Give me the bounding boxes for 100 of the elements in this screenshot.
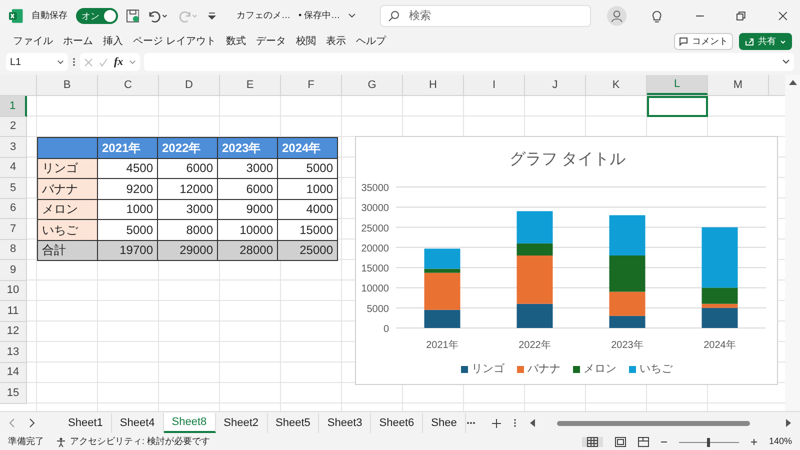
table-cell: 29000: [157, 240, 218, 261]
column-header[interactable]: I: [464, 75, 525, 95]
row-header[interactable]: 6: [0, 198, 27, 219]
zoom-slider[interactable]: [678, 437, 739, 447]
sheet-tab[interactable]: Sheet1: [60, 413, 112, 433]
save-status: • 保存中…: [298, 9, 340, 22]
share-button[interactable]: 共有: [739, 33, 792, 50]
insert-function-button[interactable]: fx: [114, 54, 124, 70]
customize-caret-icon[interactable]: [206, 11, 216, 21]
close-icon[interactable]: [778, 11, 788, 21]
accessibility-status[interactable]: アクセシビリティ: 検討が必要です: [70, 435, 210, 449]
check-icon: [99, 58, 108, 66]
sheet-tab[interactable]: Sheet5: [268, 413, 320, 433]
name-box[interactable]: L1: [6, 53, 68, 71]
row-header[interactable]: 12: [0, 322, 27, 342]
more-sheets-icon[interactable]: [466, 421, 476, 425]
autosave-toggle[interactable]: オン: [76, 8, 118, 24]
table-cell: 10000: [217, 219, 278, 240]
row-header[interactable]: 10: [0, 280, 27, 301]
table-cell: 5000: [277, 158, 338, 179]
row-header[interactable]: 7: [0, 219, 27, 240]
table-header-cell: 2022年: [157, 137, 218, 158]
x-tick-label: 2021年: [426, 340, 458, 351]
column-header[interactable]: H: [403, 75, 464, 95]
menu-tab[interactable]: ファイル: [8, 34, 58, 49]
menu-tab[interactable]: ホーム: [58, 34, 98, 49]
selected-cell[interactable]: [647, 96, 708, 116]
menu-tab[interactable]: データ: [250, 34, 291, 49]
zoom-out-icon[interactable]: [660, 439, 667, 445]
sheet-tab[interactable]: Sheet8: [164, 413, 216, 433]
row-header[interactable]: 15: [0, 383, 27, 404]
zoom-reading[interactable]: 140%: [768, 435, 792, 449]
menu-tab[interactable]: 校閲: [290, 34, 321, 49]
row-header[interactable]: 2: [0, 116, 27, 137]
cancel-icon: [84, 58, 93, 66]
page-layout-view-icon[interactable]: [614, 437, 626, 447]
row-header[interactable]: 11: [0, 301, 27, 322]
y-tick-label: 20000: [361, 243, 389, 254]
row-header[interactable]: 13: [0, 342, 27, 362]
ready-status: 準備完了: [8, 435, 44, 448]
row-header[interactable]: 14: [0, 362, 27, 383]
column-header[interactable]: F: [281, 75, 342, 95]
menu-tab[interactable]: ヘルプ: [350, 34, 391, 49]
table-cell: 19700: [97, 240, 158, 261]
search-field[interactable]: 検索: [380, 5, 592, 27]
add-sheet-icon[interactable]: [492, 418, 501, 428]
row-header[interactable]: 5: [0, 178, 27, 198]
formula-input[interactable]: [144, 53, 794, 71]
row-header[interactable]: 1: [0, 96, 27, 116]
y-tick-label: 0: [383, 324, 389, 335]
column-header[interactable]: L: [647, 75, 708, 95]
column-header[interactable]: D: [159, 75, 220, 95]
next-sheet-icon[interactable]: [28, 418, 36, 428]
worksheet-grid[interactable]: [27, 96, 785, 411]
sheet-tab[interactable]: Sheet3: [319, 413, 372, 433]
scroll-up-icon: [788, 79, 796, 85]
y-tick-label: 25000: [361, 223, 389, 234]
more-options-icon: [72, 57, 76, 67]
y-tick-label: 10000: [361, 284, 389, 295]
column-header[interactable]: M: [708, 75, 769, 95]
comment-button[interactable]: コメント: [674, 33, 733, 50]
row-header[interactable]: 8: [0, 240, 27, 260]
row-header[interactable]: 4: [0, 158, 27, 178]
column-header[interactable]: C: [98, 75, 159, 95]
menu-tab[interactable]: ページ レイアウト: [128, 34, 221, 49]
row-label-cell: 合計: [37, 240, 98, 261]
zoom-in-icon[interactable]: [750, 439, 757, 445]
y-tick-label: 15000: [361, 264, 389, 275]
menu-tab[interactable]: 数式: [220, 34, 251, 49]
vertical-scrollbar[interactable]: [785, 75, 800, 411]
file-name[interactable]: カフェのメ…: [236, 9, 290, 23]
column-header[interactable]: J: [525, 75, 586, 95]
sheet-tab[interactable]: Sheet2: [216, 413, 268, 433]
more-options-icon[interactable]: [512, 418, 517, 428]
page-break-view-icon[interactable]: [638, 437, 649, 447]
table-header-cell: 2024年: [277, 137, 338, 158]
column-header[interactable]: B: [37, 75, 98, 95]
bar-segment: [609, 215, 646, 256]
legend-label: メロン: [584, 362, 616, 377]
sheet-tab[interactable]: Sheet6: [371, 413, 424, 433]
row-header[interactable]: 3: [0, 137, 27, 158]
chevron-down-icon: [782, 58, 790, 66]
save-icon[interactable]: [126, 9, 140, 23]
column-header[interactable]: G: [342, 75, 403, 95]
previous-sheet-icon[interactable]: [8, 418, 16, 428]
undo-icon[interactable]: [147, 9, 170, 23]
menu-tab[interactable]: 表示: [320, 34, 351, 49]
row-header[interactable]: 9: [0, 260, 27, 280]
restore-icon[interactable]: [736, 11, 746, 21]
sheet-tab[interactable]: Shee: [423, 413, 466, 433]
zoom-thumb[interactable]: [707, 438, 710, 446]
lightbulb-icon[interactable]: [650, 9, 663, 23]
chevron-down-icon[interactable]: [348, 12, 356, 20]
normal-view-icon[interactable]: [582, 437, 603, 447]
menu-tab[interactable]: 挿入: [98, 34, 128, 49]
table-cell: 4000: [277, 198, 338, 220]
table-cell: 28000: [217, 240, 278, 261]
column-header[interactable]: E: [220, 75, 281, 95]
accessibility-icon: [56, 437, 66, 447]
horizontal-scrollbar[interactable]: [528, 419, 792, 427]
